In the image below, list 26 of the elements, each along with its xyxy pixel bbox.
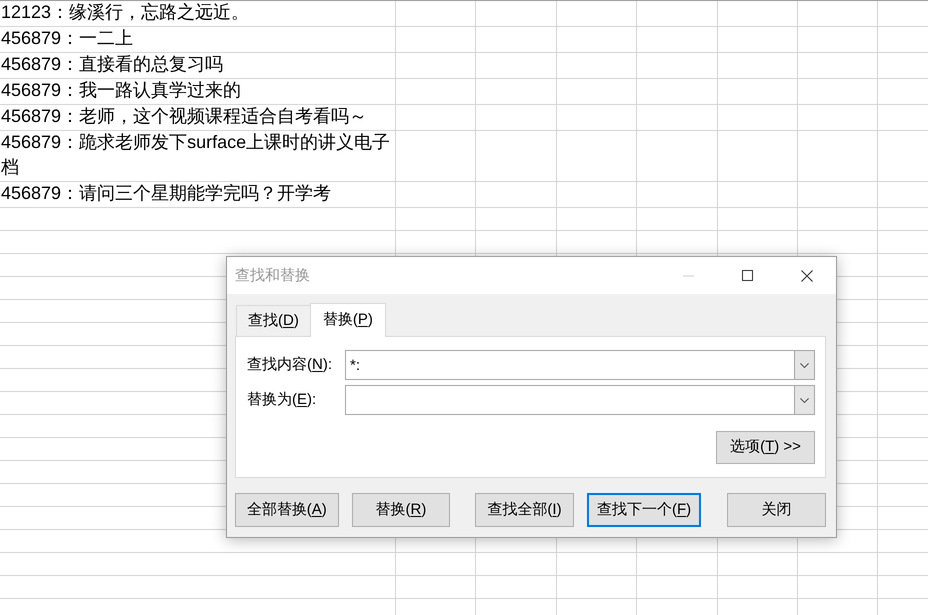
dialog-button[interactable]: 查找全部(I)	[475, 493, 574, 527]
window-title: 查找和替换	[235, 266, 310, 286]
cell-text: 456879：我一路认真学过来的	[1, 80, 242, 100]
chevron-down-icon	[800, 398, 809, 402]
dialog-button[interactable]: 替换(R)	[352, 493, 450, 527]
tab[interactable]: 查找(D)	[236, 305, 310, 336]
cell-text: 456879：直接看的总复习吗	[1, 54, 224, 74]
cell-text: 456879：请问三个星期能学完吗？开学考	[1, 183, 332, 203]
tab[interactable]: 替换(P)	[310, 303, 386, 337]
dialog-button[interactable]: 查找下一个(F)	[586, 493, 702, 527]
dialog-button[interactable]: 全部替换(A)	[235, 493, 339, 527]
cell-text: 456879：老师，这个视频课程适合自考看吗～	[1, 106, 368, 126]
maximize-icon[interactable]	[742, 270, 753, 281]
input-field[interactable]	[345, 385, 794, 415]
cell-text: 12123：缘溪行，忘路之远近。	[1, 2, 250, 22]
close-icon[interactable]	[800, 270, 812, 282]
cell-text: 456879：一二上	[1, 28, 134, 48]
cell-text: 456879：跪求老师发下surface上课时的讲义电子档	[1, 132, 390, 177]
field-label: 替换为(E):	[247, 390, 316, 408]
dropdown-button[interactable]	[794, 385, 815, 415]
chevron-down-icon	[800, 362, 809, 368]
dialog-button[interactable]: 关闭	[727, 493, 826, 527]
dropdown-button[interactable]	[794, 350, 815, 380]
input-field[interactable]: *:	[345, 350, 794, 380]
options-button[interactable]: 选项(T) >>	[716, 431, 815, 464]
field-label: 查找内容(N):	[247, 356, 332, 373]
